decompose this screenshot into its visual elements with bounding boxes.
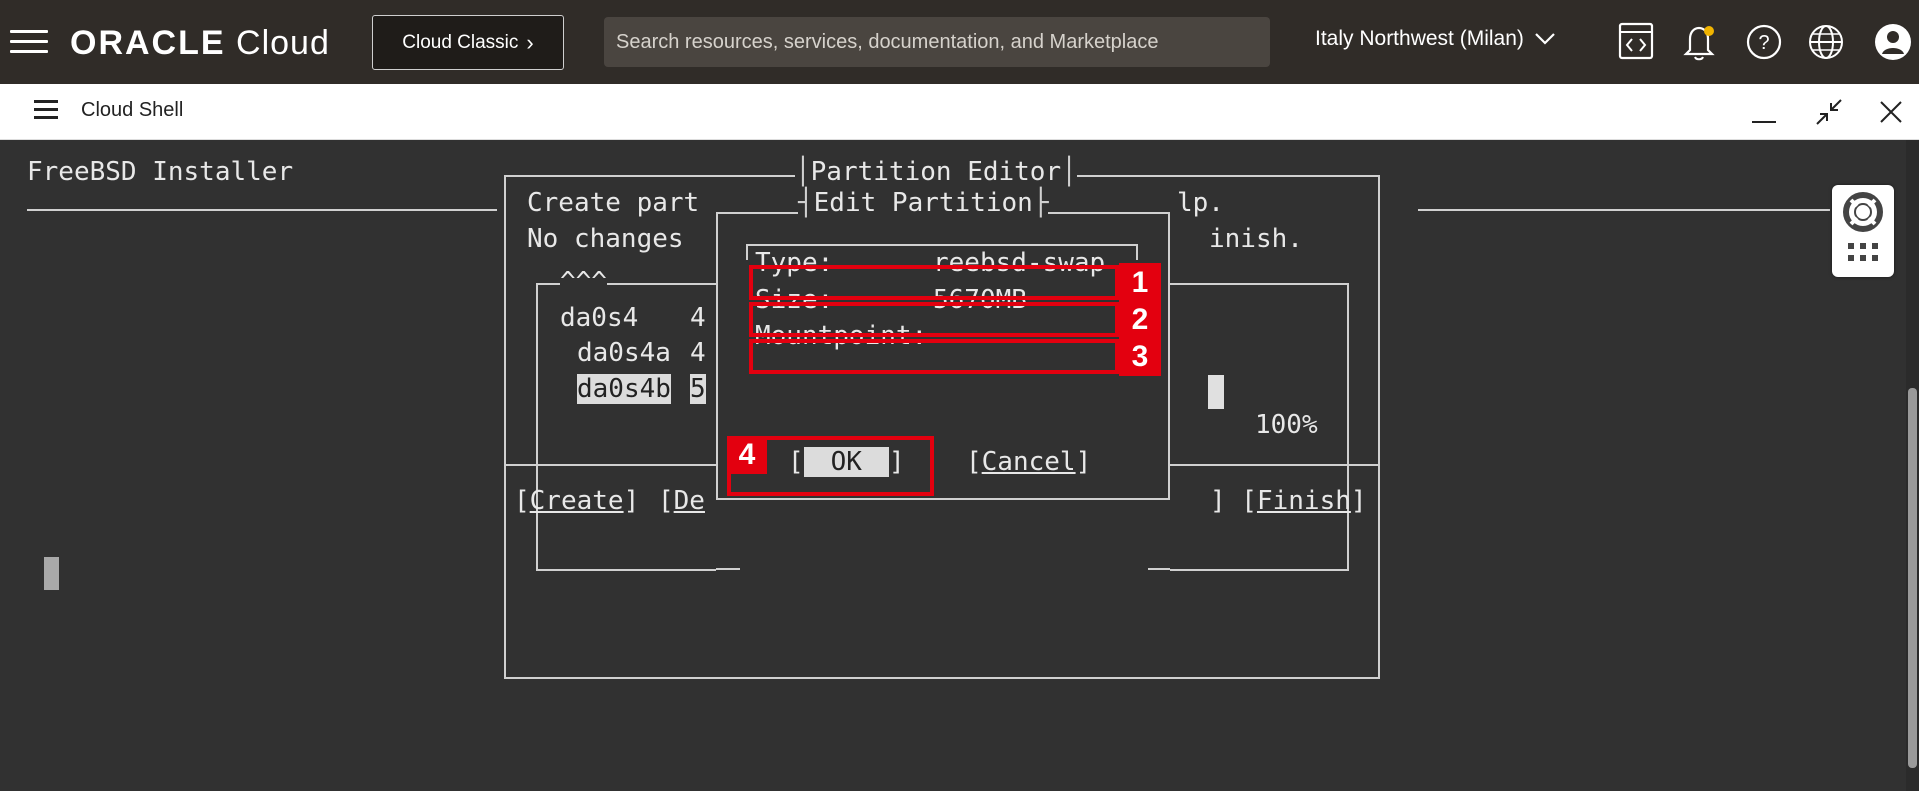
cloud-shell-title: Cloud Shell xyxy=(81,99,184,121)
percent-indicator: 100% xyxy=(1255,410,1318,440)
annotation-badge-2: 2 xyxy=(1119,300,1161,339)
user-profile-icon[interactable] xyxy=(1873,22,1913,62)
help-widget[interactable] xyxy=(1832,185,1894,277)
partition-row-name-selected[interactable]: da0s4b xyxy=(577,374,671,404)
annotation-box-3 xyxy=(749,339,1119,374)
selection-cursor-block xyxy=(1208,375,1224,409)
terminal-cursor xyxy=(44,557,59,590)
annotation-badge-4: 4 xyxy=(727,436,767,474)
terminal-area[interactable]: FreeBSD Installer │Partition Editor│ Cre… xyxy=(0,140,1919,791)
scroll-carets: ^^^ xyxy=(560,267,607,297)
partition-row-name[interactable]: da0s4 xyxy=(560,303,638,333)
help-icon[interactable]: ? xyxy=(1745,23,1783,61)
installer-title: FreeBSD Installer xyxy=(27,157,294,187)
annotation-box-2 xyxy=(749,302,1119,337)
delete-button-partial[interactable]: [De xyxy=(658,486,705,516)
cancel-button[interactable]: [Cancel] xyxy=(966,447,1091,477)
developer-tools-icon[interactable] xyxy=(1618,22,1654,60)
oracle-top-bar: ORACLE Cloud Cloud Classic › Search reso… xyxy=(0,0,1919,84)
finish-button[interactable]: ] [Finish] xyxy=(1210,486,1367,516)
cloud-shell-header: Cloud Shell xyxy=(0,84,1919,140)
create-button[interactable]: [Create] xyxy=(514,486,639,516)
scrollbar-thumb[interactable] xyxy=(1908,388,1917,768)
navigation-menu-icon[interactable] xyxy=(10,30,48,54)
create-partition-text: Create part xyxy=(527,188,700,218)
partition-editor-title: │Partition Editor│ xyxy=(795,157,1077,187)
region-selector[interactable]: Italy Northwest (Milan) xyxy=(1315,27,1556,51)
chevron-down-icon xyxy=(1534,33,1555,46)
no-changes-text: No changes xyxy=(527,224,684,254)
partition-row-size: 4 xyxy=(690,303,706,333)
partition-row-size-selected: 5 xyxy=(690,374,706,404)
notifications-bell-icon[interactable] xyxy=(1682,22,1718,62)
partition-row-name[interactable]: da0s4a xyxy=(577,338,671,368)
annotation-badge-3: 3 xyxy=(1119,337,1161,376)
finish-fragment: inish. xyxy=(1209,224,1303,254)
edit-partition-title: ┤Edit Partition├ xyxy=(798,188,1049,218)
search-input[interactable]: Search resources, services, documentatio… xyxy=(604,17,1270,67)
terminal-scrollbar[interactable] xyxy=(1906,140,1919,791)
shell-menu-icon[interactable] xyxy=(34,99,58,121)
close-icon[interactable] xyxy=(1880,101,1902,123)
chevron-right-icon: › xyxy=(526,29,534,55)
help-fragment: lp. xyxy=(1177,188,1224,218)
apps-grid-icon xyxy=(1848,243,1878,261)
cloud-classic-button[interactable]: Cloud Classic › xyxy=(372,15,564,70)
partition-row-size: 4 xyxy=(690,338,706,368)
oracle-cloud-logo[interactable]: ORACLE Cloud xyxy=(70,24,330,63)
annotation-badge-1: 1 xyxy=(1119,263,1161,302)
minimize-icon[interactable] xyxy=(1751,96,1777,126)
annotation-box-1 xyxy=(749,265,1119,300)
svg-text:?: ? xyxy=(1758,32,1769,54)
language-globe-icon[interactable] xyxy=(1807,23,1845,61)
restore-icon[interactable] xyxy=(1815,98,1843,126)
lifebuoy-icon xyxy=(1843,192,1883,232)
